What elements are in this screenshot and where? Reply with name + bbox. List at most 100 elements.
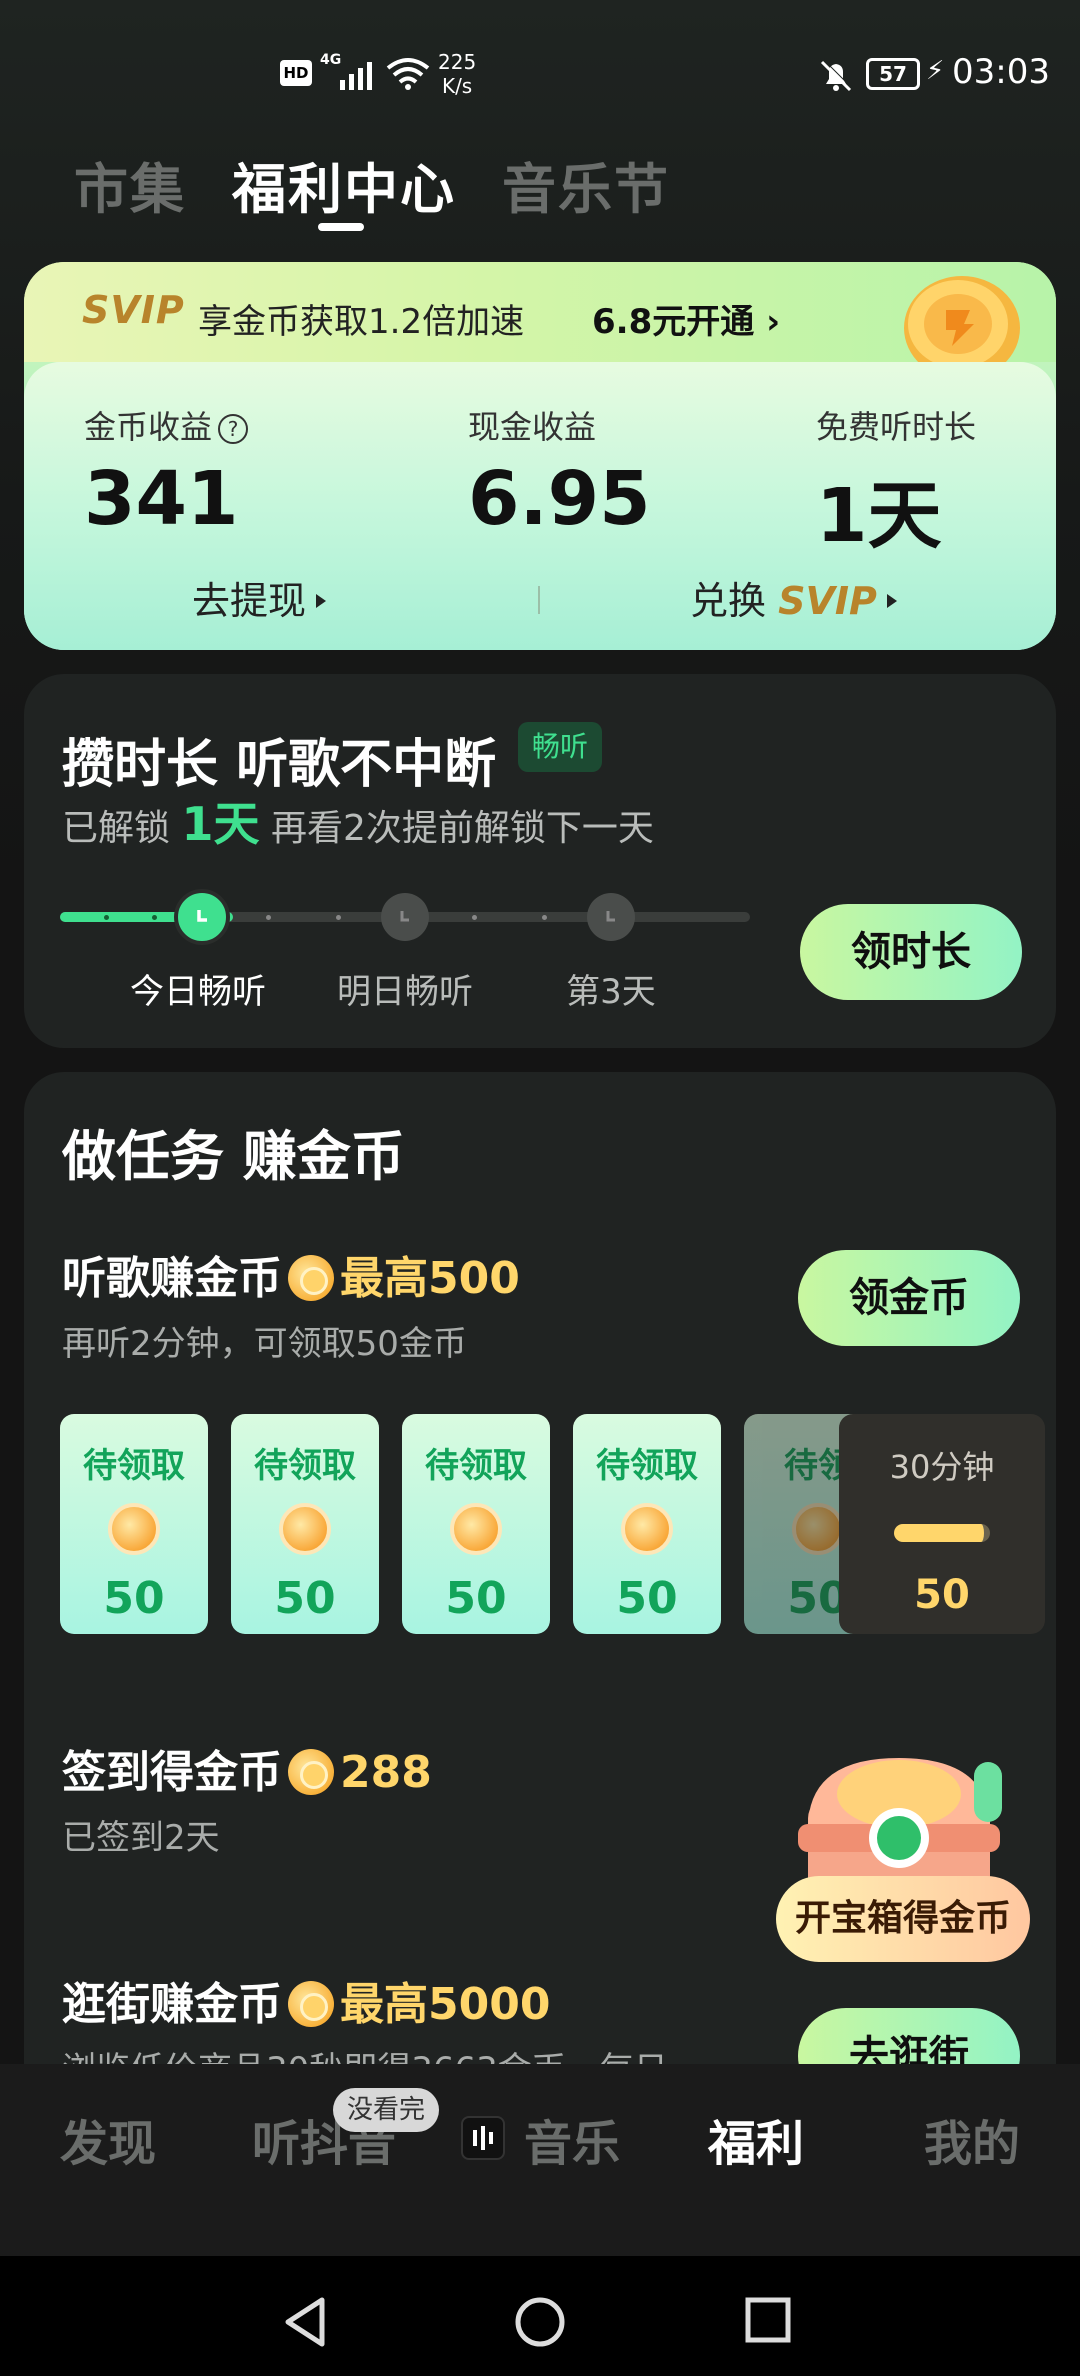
shopping-task-reward: 最高5000 bbox=[340, 1979, 551, 2030]
cash-earnings-value: 6.95 bbox=[468, 456, 651, 542]
network-type: 4G bbox=[320, 52, 342, 68]
claim-coins-button[interactable]: 领金币 bbox=[798, 1250, 1020, 1346]
triangle-right-icon bbox=[886, 594, 897, 608]
signin-task-name: 签到得金币 bbox=[62, 1747, 282, 1798]
reward-value: 50 bbox=[616, 1573, 678, 1624]
system-navigation-bar bbox=[0, 2256, 1080, 2376]
triangle-right-icon bbox=[316, 594, 327, 608]
shopping-task-title: 逛街赚金币 最高5000 bbox=[62, 1968, 550, 2032]
reward-item[interactable]: 待领取 50 bbox=[60, 1414, 208, 1634]
speed-unit: K/s bbox=[441, 74, 473, 98]
tab-welfare-center[interactable]: 福利中心 bbox=[232, 145, 456, 224]
svip-logo: SVIP bbox=[82, 288, 185, 332]
clock-icon-today bbox=[174, 889, 230, 945]
clock: 03:03 bbox=[952, 52, 1050, 92]
exchange-svip-button[interactable]: 兑换 SVIP bbox=[690, 570, 897, 625]
coin-icon bbox=[279, 1503, 331, 1555]
reward-item[interactable]: 待领取 50 bbox=[231, 1414, 379, 1634]
final-reward-progress bbox=[894, 1524, 990, 1542]
nav-music[interactable]: 音乐 bbox=[524, 2104, 620, 2174]
open-chest-button[interactable]: 开宝箱得金币 bbox=[776, 1876, 1030, 1962]
status-bar: HD 4G 225 K/s 57 ⚡ 03:03 bbox=[0, 0, 1080, 150]
final-reward-value: 50 bbox=[914, 1572, 970, 1618]
coin-earnings[interactable]: 金币收益? 341 bbox=[84, 402, 249, 542]
listen-reward-row[interactable]: 待领取 50 待领取 50 待领取 50 待领取 50 待领 50 30分钟 5… bbox=[60, 1414, 1045, 1634]
reward-value: 50 bbox=[445, 1573, 507, 1624]
tasks-title: 做任务 赚金币 bbox=[62, 1125, 405, 1188]
duration-progress bbox=[60, 889, 750, 945]
unfinished-badge: 没看完 bbox=[333, 2088, 440, 2132]
progress-dot bbox=[472, 915, 477, 920]
coin-icon bbox=[450, 1503, 502, 1555]
charging-icon: ⚡ bbox=[926, 56, 945, 86]
home-icon[interactable] bbox=[514, 2296, 566, 2348]
coin-icon bbox=[288, 1749, 334, 1795]
coin-icon bbox=[288, 1255, 334, 1301]
listen-task-title: 听歌赚金币 最高500 bbox=[62, 1242, 520, 1306]
duration-title: 攒时长 听歌不中断 bbox=[62, 735, 497, 795]
coin-earnings-label: 金币收益 bbox=[84, 408, 213, 446]
reward-value: 50 bbox=[274, 1573, 336, 1624]
tab-market[interactable]: 市集 bbox=[74, 145, 186, 224]
progress-dot bbox=[266, 915, 271, 920]
coin-icon bbox=[288, 1981, 334, 2027]
coin-icon bbox=[108, 1503, 160, 1555]
unlocked-days: 1天 bbox=[181, 797, 260, 851]
reward-status: 待领取 bbox=[83, 1446, 185, 1486]
reward-status: 待领取 bbox=[596, 1446, 698, 1486]
bell-muted-icon bbox=[820, 59, 853, 92]
nav-welfare[interactable]: 福利 bbox=[708, 2104, 804, 2174]
cash-earnings[interactable]: 现金收益 6.95 bbox=[468, 402, 651, 542]
exchange-svip-label: SVIP bbox=[778, 579, 877, 623]
reward-final-item[interactable]: 30分钟 50 bbox=[839, 1414, 1045, 1634]
listen-duration-card: 攒时长 听歌不中断 畅听 已解锁 1天 再看2次提前解锁下一天 今日畅听 明日畅… bbox=[24, 674, 1056, 1048]
signin-task-desc: 已签到2天 bbox=[62, 1818, 220, 1858]
withdraw-button[interactable]: 去提现 bbox=[192, 570, 327, 625]
progress-dot bbox=[152, 915, 157, 920]
node-label-tomorrow: 明日畅听 bbox=[337, 972, 473, 1012]
free-listen-value: 1天 bbox=[816, 473, 942, 559]
node-label-today: 今日畅听 bbox=[130, 972, 266, 1012]
shopping-task-name: 逛街赚金币 bbox=[62, 1979, 282, 2030]
reward-value: 50 bbox=[103, 1573, 165, 1624]
coin-icon bbox=[621, 1503, 673, 1555]
unlock-hint: 再看2次提前解锁下一天 bbox=[270, 808, 654, 849]
hd-icon: HD bbox=[280, 60, 312, 86]
clock-icon-tomorrow bbox=[381, 893, 429, 941]
earnings-panel: 金币收益? 341 现金收益 6.95 免费听时长 1天 去提现 兑换 SVIP bbox=[24, 362, 1056, 650]
free-listen-label: 免费听时长 bbox=[816, 408, 977, 446]
top-tabs: 市集 福利中心 音乐节 bbox=[0, 145, 1080, 235]
signin-task-reward: 288 bbox=[340, 1747, 432, 1798]
recents-icon[interactable] bbox=[744, 2296, 792, 2344]
progress-dot bbox=[336, 915, 341, 920]
reward-item[interactable]: 待领取 50 bbox=[402, 1414, 550, 1634]
wifi-icon bbox=[386, 58, 430, 90]
tab-music-festival[interactable]: 音乐节 bbox=[502, 145, 670, 224]
coin-icon bbox=[792, 1503, 844, 1555]
duration-subtitle: 已解锁 1天 再看2次提前解锁下一天 bbox=[62, 788, 654, 854]
unlimited-badge: 畅听 bbox=[518, 722, 603, 772]
reward-item[interactable]: 待领取 50 bbox=[573, 1414, 721, 1634]
back-icon[interactable] bbox=[282, 2296, 330, 2348]
final-reward-label: 30分钟 bbox=[889, 1448, 995, 1486]
tab-indicator bbox=[318, 223, 364, 231]
earnings-card: SVIP 享金币获取1.2倍加速 6.8元开通 › 金币收益? 341 现金收益… bbox=[24, 262, 1056, 650]
node-label-day3: 第3天 bbox=[566, 972, 656, 1012]
nav-mine[interactable]: 我的 bbox=[924, 2104, 1020, 2174]
svip-open-link[interactable]: 6.8元开通 › bbox=[592, 294, 780, 343]
music-bars-icon bbox=[461, 2116, 505, 2160]
signin-task-title: 签到得金币 288 bbox=[62, 1736, 432, 1800]
battery-icon: 57 bbox=[866, 58, 920, 90]
exchange-label: 兑换 bbox=[690, 579, 767, 623]
progress-dot bbox=[104, 915, 109, 920]
tasks-card: 做任务 赚金币 听歌赚金币 最高500 再听2分钟，可领取50金币 领金币 待领取… bbox=[24, 1072, 1056, 2104]
divider bbox=[538, 586, 540, 614]
help-icon[interactable]: ? bbox=[218, 414, 249, 444]
unlocked-label: 已解锁 bbox=[62, 808, 171, 849]
listen-task-desc: 再听2分钟，可领取50金币 bbox=[62, 1324, 467, 1364]
reward-status: 待领取 bbox=[425, 1446, 527, 1486]
free-listen-duration[interactable]: 免费听时长 1天 bbox=[816, 402, 976, 563]
network-speed: 225 K/s bbox=[438, 50, 476, 98]
claim-duration-button[interactable]: 领时长 bbox=[800, 904, 1022, 1000]
nav-discover[interactable]: 发现 bbox=[60, 2104, 156, 2174]
